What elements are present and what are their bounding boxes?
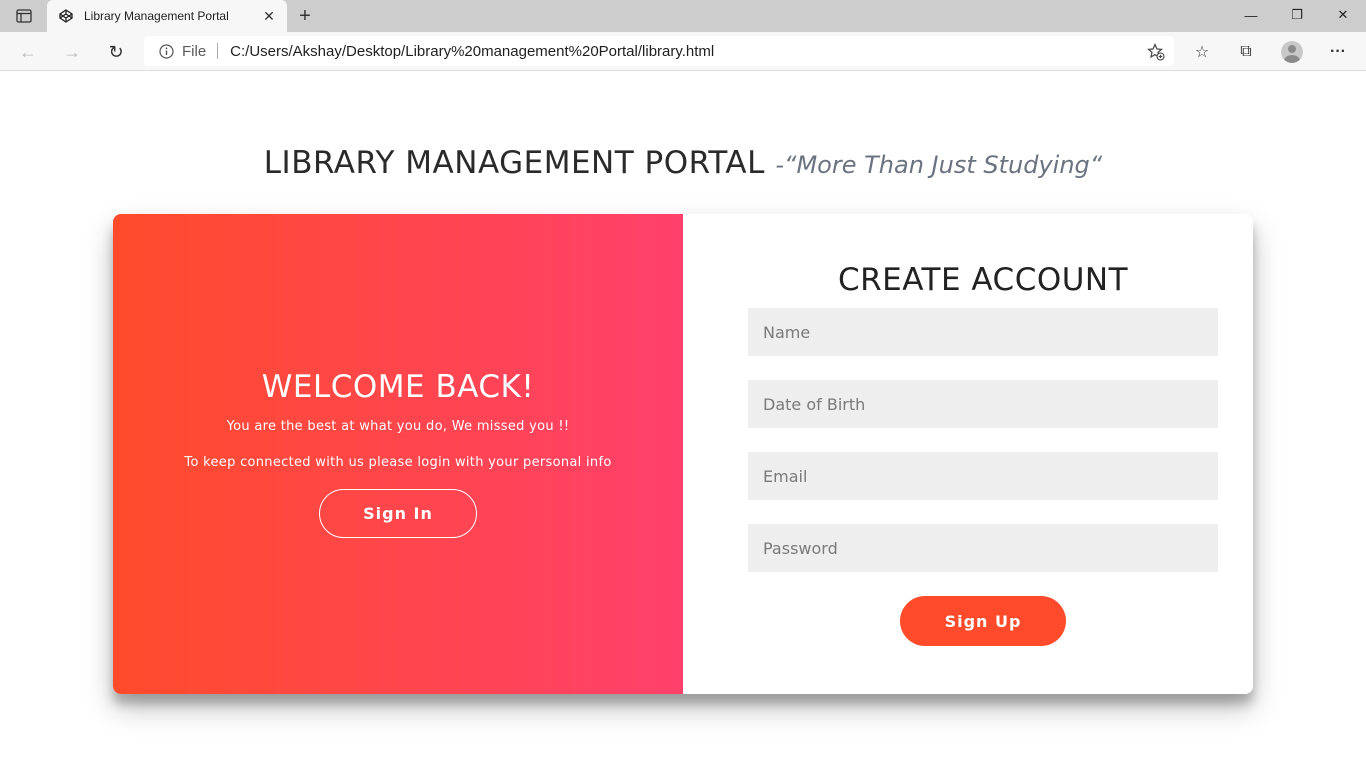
sign-up-button[interactable]: Sign Up [900,596,1066,646]
signup-panel: CREATE ACCOUNT Name Date of Birth Email … [683,214,1253,694]
create-account-title: CREATE ACCOUNT [837,262,1129,298]
collections-icon[interactable]: ⧉ [1232,38,1260,66]
page-title: LIBRARY MANAGEMENT PORTAL [263,145,765,181]
tab-title: Library Management Portal [84,9,229,23]
welcome-text-1: You are the best at what you do, We miss… [226,419,570,434]
tab-close-icon[interactable]: ✕ [259,6,279,26]
minimize-icon[interactable]: — [1228,0,1274,30]
welcome-title: WELCOME BACK! [261,369,535,405]
avatar-icon [1281,41,1303,63]
welcome-panel: WELCOME BACK! You are the best at what y… [113,214,683,694]
more-icon[interactable]: ··· [1324,38,1352,66]
auth-card: WELCOME BACK! You are the best at what y… [113,214,1253,694]
dob-input[interactable]: Date of Birth [748,380,1218,428]
password-input[interactable]: Password [748,524,1218,572]
sign-in-button[interactable]: Sign In [319,489,477,538]
dob-placeholder: Date of Birth [763,394,866,414]
refresh-icon[interactable]: ↻ [103,39,129,65]
page-tagline: -“More Than Just Studying“ [775,151,1103,179]
email-placeholder: Email [763,466,808,486]
scheme-label: File [182,42,207,60]
browser-tab[interactable]: Library Management Portal ✕ [47,0,287,32]
page-heading: LIBRARY MANAGEMENT PORTAL -“More Than Ju… [0,145,1366,181]
password-placeholder: Password [763,538,838,558]
back-icon[interactable]: ← [15,39,41,65]
email-input[interactable]: Email [748,452,1218,500]
restore-icon[interactable]: ❐ [1274,0,1320,30]
page-content: LIBRARY MANAGEMENT PORTAL -“More Than Ju… [0,71,1366,768]
forward-icon[interactable]: → [59,39,85,65]
name-placeholder: Name [763,322,811,342]
address-bar[interactable]: File C:/Users/Akshay/Desktop/Library%20m… [144,36,1174,66]
tab-strip: Library Management Portal ✕ + — ❐ ✕ [0,0,1366,32]
tab-actions-icon[interactable] [8,6,40,26]
info-icon[interactable] [158,43,174,59]
address-divider [217,43,219,59]
new-tab-icon[interactable]: + [294,5,316,27]
browser-toolbar: ← → ↻ File C:/Users/Akshay/Desktop/Libra… [0,32,1366,71]
add-favorite-icon[interactable] [1146,42,1166,62]
profile-avatar[interactable] [1278,38,1306,66]
name-input[interactable]: Name [748,308,1218,356]
welcome-text-2: To keep connected with us please login w… [184,455,612,470]
url-text[interactable]: C:/Users/Akshay/Desktop/Library%20manage… [230,43,714,60]
codepen-favicon-icon [58,8,74,24]
favorites-icon[interactable]: ☆ [1188,38,1216,66]
window-close-icon[interactable]: ✕ [1320,0,1366,30]
